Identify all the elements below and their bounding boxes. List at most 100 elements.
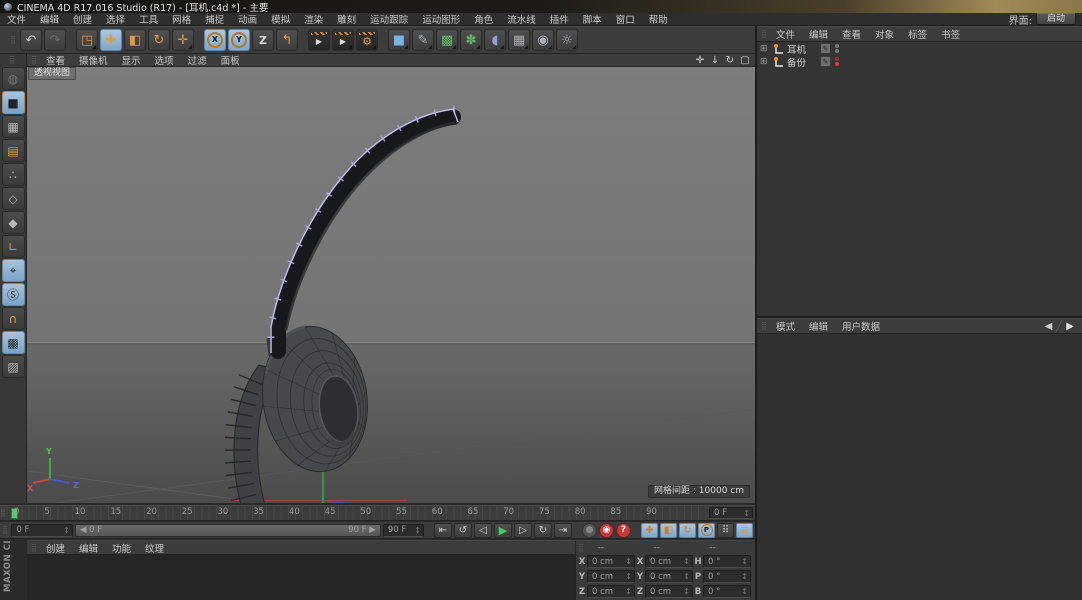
main-menu-item[interactable]: 插件 [543,12,576,26]
stepper-icon[interactable]: ↕ [683,557,690,566]
polygons-mode-icon[interactable]: ◆ [1,211,25,234]
coordinate-field[interactable]: 0 cm ↕ [645,570,693,583]
object-tag-icon[interactable]: ✎ [820,56,831,67]
key-pla-icon[interactable]: ⠿ [717,522,734,538]
main-menu-item[interactable]: 雕刻 [330,12,363,26]
coordinate-field[interactable]: 0 cm ↕ [587,555,635,568]
zoom-view-icon[interactable]: ↓ [709,55,721,66]
history-forward-icon[interactable]: ▶ [1066,321,1074,332]
current-frame-spinner[interactable]: 0 F ↕ [11,523,73,537]
model-mode-icon[interactable]: ■ [1,91,25,114]
attribute-manager-menu-item[interactable]: 用户数据 [835,319,887,333]
coord-header-rotation[interactable]: -- [697,543,753,553]
points-mode-icon[interactable]: ∴ [1,163,25,186]
main-menu-item[interactable]: 角色 [467,12,500,26]
object-tag-icon[interactable]: ✎ [820,43,831,54]
stepper-icon[interactable]: ↕ [741,587,748,596]
object-manager-menu-item[interactable]: 书签 [934,27,967,41]
ruler-frame-spinner[interactable]: 0 F ↕ [709,507,753,519]
visibility-dots[interactable] [835,57,839,66]
record-icon[interactable]: ● [582,522,597,538]
snap-magnet-icon[interactable]: ∩ [1,307,25,330]
play-forward-icon[interactable]: ▶ [494,522,512,538]
spline-pen-icon[interactable]: ✎ [412,29,434,51]
stepper-icon[interactable]: ↕ [625,572,632,581]
coord-header-size[interactable]: -- [641,543,697,553]
coordinate-field[interactable]: 0 cm ↕ [587,585,635,598]
main-menu-item[interactable]: 窗口 [609,12,642,26]
material-list-empty[interactable] [27,555,575,600]
texture-mode-icon[interactable]: ▦ [1,115,25,138]
history-back-icon[interactable]: ◀ [1045,321,1053,332]
render-view-icon[interactable]: ▶ [308,29,330,51]
coordinate-field[interactable]: 0 cm ↕ [645,585,693,598]
object-manager-menu-item[interactable]: 标签 [901,27,934,41]
panel-grip-icon[interactable]: ⣿ [578,544,586,552]
coordinate-field[interactable]: 0 cm ↕ [587,570,635,583]
main-menu-item[interactable]: 运动跟踪 [363,12,415,26]
main-menu-item[interactable]: 帮助 [642,12,675,26]
material-menu-item[interactable]: 编辑 [72,541,105,555]
attribute-manager-menu-item[interactable]: 编辑 [802,319,835,333]
stepper-icon[interactable]: ↕ [63,526,70,535]
deformer-icon[interactable]: ◖ [484,29,506,51]
timeline-ruler[interactable]: 0 5 10 15 20 25 30 35 40 45 50 55 60 65 70 75 80 85 90 [8,506,707,520]
main-menu-item[interactable]: 网格 [165,12,198,26]
panel-grip-icon[interactable]: ⣿ [9,56,17,64]
mograph-icon[interactable]: ✽ [460,29,482,51]
object-manager-menu-item[interactable]: 查看 [835,27,868,41]
viewport-view-tab[interactable]: 透视视图 [28,67,77,80]
panel-grip-icon[interactable]: ⣿ [0,509,8,517]
attribute-manager-menu-item[interactable]: 模式 [769,319,802,333]
panel-grip-icon[interactable]: ⣿ [31,56,39,64]
stepper-icon[interactable]: ↕ [683,572,690,581]
render-settings-icon[interactable]: ⚙ [356,29,378,51]
primitive-cube-icon[interactable]: ■ [388,29,410,51]
stepper-icon[interactable]: ↕ [414,526,421,535]
edges-mode-icon[interactable]: ◇ [1,187,25,210]
object-name[interactable]: 备份 [787,55,817,69]
coordinate-system-icon[interactable]: ↰ [276,29,298,51]
move-tool-icon[interactable]: ✚ [100,29,122,51]
workplane-mode-icon[interactable]: ▤ [1,139,25,162]
main-menu-item[interactable]: 模拟 [264,12,297,26]
main-menu-item[interactable]: 运动图形 [415,12,467,26]
material-menu-item[interactable]: 功能 [105,541,138,555]
coordinate-field[interactable]: 0 ° ↕ [703,570,751,583]
pan-view-icon[interactable]: ✛ [694,55,706,66]
subdivision-surface-icon[interactable]: ▩ [436,29,458,51]
viewport-menu-item[interactable]: 过滤 [181,53,214,67]
panel-grip-icon[interactable]: ⣿ [10,36,18,44]
light-icon[interactable]: ☼ [556,29,578,51]
play-backwards-icon[interactable]: ↺ [454,522,472,538]
loop-icon[interactable]: ↻ [534,522,552,538]
main-menu-item[interactable]: 流水线 [500,12,543,26]
enable-snap-icon[interactable]: Ⓢ [1,283,25,306]
coord-header-position[interactable]: -- [586,543,642,553]
object-row-headphone[interactable]: ⊞ 耳机 ✎ [757,42,1082,56]
viewport-menu-item[interactable]: 面板 [214,53,247,67]
viewport-menu-item[interactable]: 显示 [115,53,148,67]
key-position-icon[interactable]: ✚ [641,522,658,538]
next-frame-icon[interactable]: ▷ [514,522,532,538]
stepper-icon[interactable]: ↕ [741,572,748,581]
goto-end-icon[interactable]: ⇥ [554,522,572,538]
object-name[interactable]: 耳机 [787,42,817,56]
stepper-icon[interactable]: ↕ [741,557,748,566]
coordinate-field[interactable]: 0 ° ↕ [703,585,751,598]
object-manager-menu-item[interactable]: 编辑 [802,27,835,41]
main-menu-item[interactable]: 动画 [231,12,264,26]
camera-icon[interactable]: ◉ [532,29,554,51]
live-selection-icon[interactable]: ◳ [76,29,98,51]
viewport-solo-icon[interactable]: ⌖ [1,259,25,282]
main-menu-item[interactable]: 选择 [99,12,132,26]
coordinate-field[interactable]: 0 cm ↕ [645,555,693,568]
panel-grip-icon[interactable]: ⣿ [761,30,769,38]
layout-select[interactable]: 启动 [1035,13,1076,25]
redo-icon[interactable]: ↷ [44,29,66,51]
keyframe-record-icon[interactable]: ◉ [599,522,614,538]
z-axis-lock-icon[interactable]: Z [252,29,274,51]
keyframe-help-icon[interactable]: ? [616,522,631,538]
main-menu-item[interactable]: 编辑 [33,12,66,26]
rotate-tool-icon[interactable]: ↻ [148,29,170,51]
